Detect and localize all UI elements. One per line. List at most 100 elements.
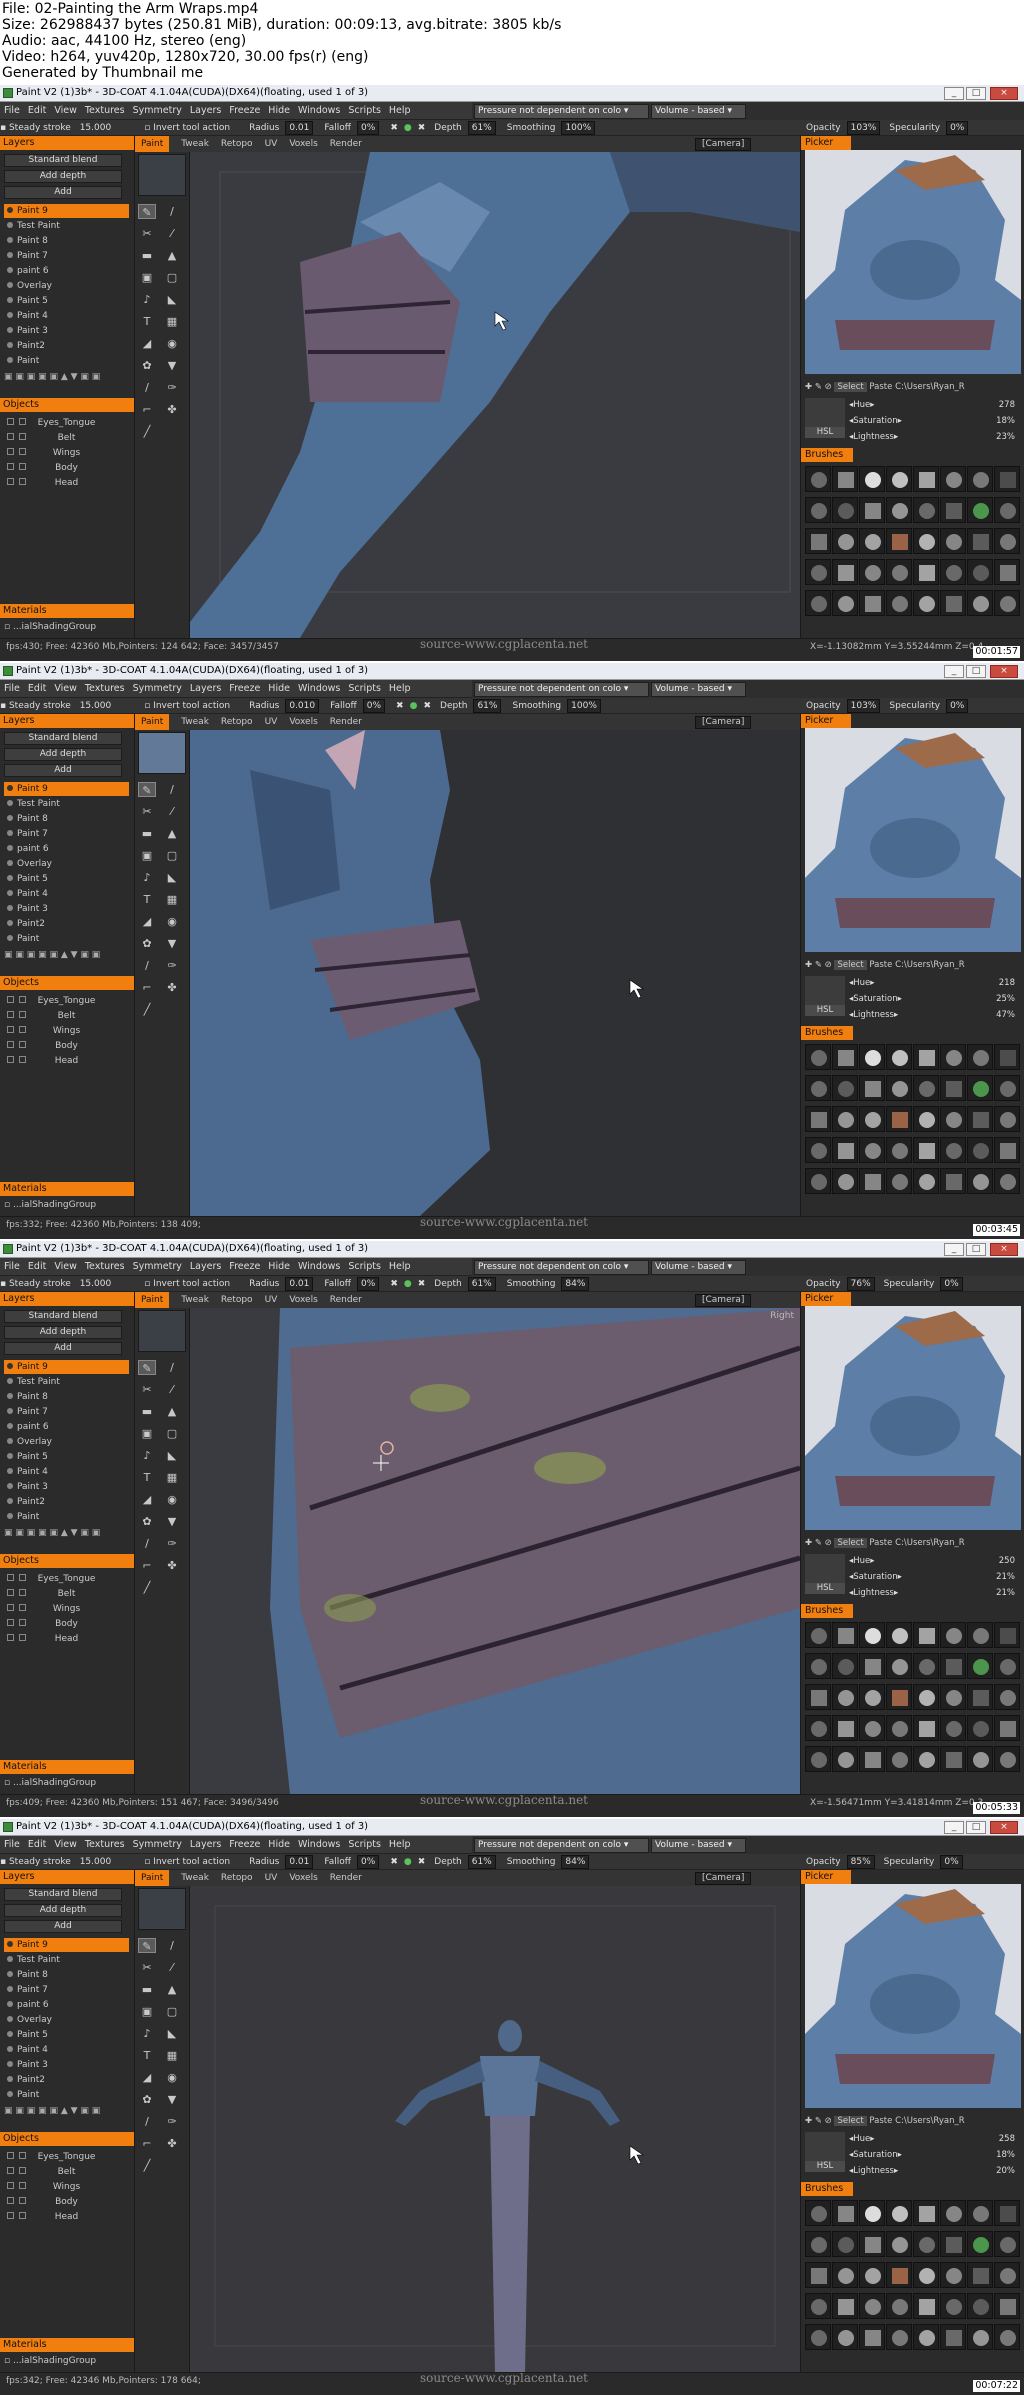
camera-dropdown[interactable]: [Camera] (695, 716, 752, 729)
object-item[interactable]: Wings (4, 446, 129, 460)
tab-paint[interactable]: Paint (135, 1292, 170, 1308)
invert-checkbox[interactable]: ▫ Invert tool action (144, 120, 236, 135)
cut-icon[interactable]: ✂ (138, 1960, 156, 1975)
eyedropper-icon[interactable]: ✚ (805, 382, 812, 392)
pipette-icon[interactable]: ✎ (815, 960, 822, 970)
clone-icon[interactable]: ▣ (138, 270, 156, 285)
sphere-icon[interactable]: ● (404, 120, 412, 135)
blend-dropdown[interactable]: Standard blend (4, 1888, 122, 1901)
smoothing-field[interactable]: 100% (561, 121, 596, 135)
object-item[interactable]: Wings (4, 1602, 129, 1616)
layer-item[interactable]: Test Paint (4, 219, 129, 233)
object-item[interactable]: Eyes_Tongue (4, 1572, 129, 1586)
visibility-icon[interactable] (7, 2091, 13, 2097)
visibility-icon[interactable] (7, 327, 13, 333)
visibility-icon[interactable] (7, 282, 13, 288)
hue-slider[interactable]: ◂Hue▸ 250 (849, 1556, 1017, 1569)
x-icon[interactable]: ✖ (418, 1276, 426, 1291)
brush-preset[interactable] (940, 1622, 966, 1648)
brush-preset[interactable] (805, 2262, 831, 2288)
layer-item[interactable]: Paint 4 (4, 309, 129, 323)
brush-preset[interactable] (832, 1137, 858, 1163)
shape-icon[interactable]: ▲ (163, 1404, 181, 1419)
brush-preset[interactable] (913, 466, 939, 492)
empty-slot[interactable] (163, 1580, 181, 1595)
brush-preset[interactable] (859, 528, 885, 554)
menu-scripts[interactable]: Scripts (344, 680, 385, 697)
tab-tweak[interactable]: Tweak (181, 136, 209, 152)
brush-preset[interactable] (832, 1075, 858, 1101)
layer-item[interactable]: Paint 5 (4, 872, 129, 886)
stroke-icon[interactable]: ╱ (138, 1580, 156, 1595)
specularity-field[interactable]: 0% (940, 1855, 963, 1869)
layer-item[interactable]: paint 6 (4, 264, 129, 278)
menu-help[interactable]: Help (385, 102, 415, 119)
shape-icon[interactable]: ▲ (163, 826, 181, 841)
lightness-slider[interactable]: ◂Lightness▸ 47% (849, 1010, 1017, 1023)
brush-preset[interactable] (913, 1715, 939, 1741)
brush-preset[interactable] (940, 590, 966, 616)
pressure-dropdown[interactable]: Pressure not dependent on colo ▾ (474, 1838, 649, 1853)
brush-preset[interactable] (805, 1137, 831, 1163)
music-icon[interactable]: ♪ (138, 292, 156, 307)
brush-preset[interactable] (940, 2200, 966, 2226)
brush-preset[interactable] (994, 1653, 1020, 1679)
stroke-icon[interactable]: ╱ (138, 2158, 156, 2173)
tab-uv[interactable]: UV (265, 714, 278, 730)
menu-layers[interactable]: Layers (186, 680, 225, 697)
hue-slider[interactable]: ◂Hue▸ 218 (849, 978, 1017, 991)
brush-preset[interactable] (913, 1044, 939, 1070)
brush-preset[interactable] (940, 2324, 966, 2350)
brush-preset[interactable] (805, 1106, 831, 1132)
path-field[interactable]: C:\Users\Ryan_R (895, 382, 965, 392)
tab-uv[interactable]: UV (265, 136, 278, 152)
picker-preview[interactable] (805, 1884, 1021, 2108)
layer-item[interactable]: Paint2 (4, 917, 129, 931)
brush-preset[interactable] (967, 497, 993, 523)
music-icon[interactable]: ♪ (138, 2026, 156, 2041)
brush-preset[interactable] (967, 1622, 993, 1648)
smudge-icon[interactable]: ⁄ (163, 226, 181, 241)
brush-preset[interactable] (994, 1715, 1020, 1741)
picker-preview[interactable] (805, 728, 1021, 952)
visibility-icon[interactable] (7, 237, 13, 243)
falloff-field[interactable]: 0% (362, 699, 385, 713)
hsl-mode-swatch[interactable]: HSL (805, 976, 845, 1016)
no-icon[interactable]: ⊘ (825, 382, 832, 392)
object-item[interactable]: Head (4, 1054, 129, 1068)
empty-slot[interactable] (163, 424, 181, 439)
arrow-icon[interactable]: ▼ (163, 2092, 181, 2107)
menu-symmetry[interactable]: Symmetry (129, 1258, 186, 1275)
minimize-button[interactable]: _ (944, 87, 964, 100)
menu-windows[interactable]: Windows (294, 102, 344, 119)
object-item[interactable]: Belt (4, 431, 129, 445)
brush-preset[interactable] (913, 590, 939, 616)
layer-item[interactable]: Paint 3 (4, 902, 129, 916)
brush-preset[interactable] (886, 2231, 912, 2257)
minimize-button[interactable]: _ (944, 1243, 964, 1256)
brush-preset[interactable] (967, 590, 993, 616)
visibility-icon[interactable] (7, 1498, 13, 1504)
layer-item[interactable]: Test Paint (4, 1375, 129, 1389)
flower-icon[interactable]: ✿ (138, 2092, 156, 2107)
viewport[interactable]: source-www.cgplacenta.net (190, 730, 800, 1216)
visibility-icon[interactable] (7, 1438, 13, 1444)
pencil-icon[interactable]: ✑ (163, 380, 181, 395)
visibility-icon[interactable] (7, 267, 13, 273)
color-swatch[interactable] (138, 1888, 186, 1930)
pencil-icon[interactable]: ✑ (163, 958, 181, 973)
layer-item[interactable]: Paint 5 (4, 294, 129, 308)
brush-preset[interactable] (994, 2293, 1020, 2319)
layer-item[interactable]: paint 6 (4, 1420, 129, 1434)
brush-preset[interactable] (967, 2293, 993, 2319)
x-icon[interactable]: ✖ (390, 1276, 398, 1291)
brush-preset[interactable] (940, 1137, 966, 1163)
brush-preset[interactable] (805, 466, 831, 492)
menu-freeze[interactable]: Freeze (225, 1258, 264, 1275)
brush-preset[interactable] (967, 1106, 993, 1132)
brush-preset[interactable] (913, 2262, 939, 2288)
visibility-icon[interactable] (7, 1483, 13, 1489)
hsl-mode-swatch[interactable]: HSL (805, 398, 845, 438)
gradient-icon[interactable]: ◣ (163, 2026, 181, 2041)
layer-item[interactable]: Paint 8 (4, 1968, 129, 1982)
